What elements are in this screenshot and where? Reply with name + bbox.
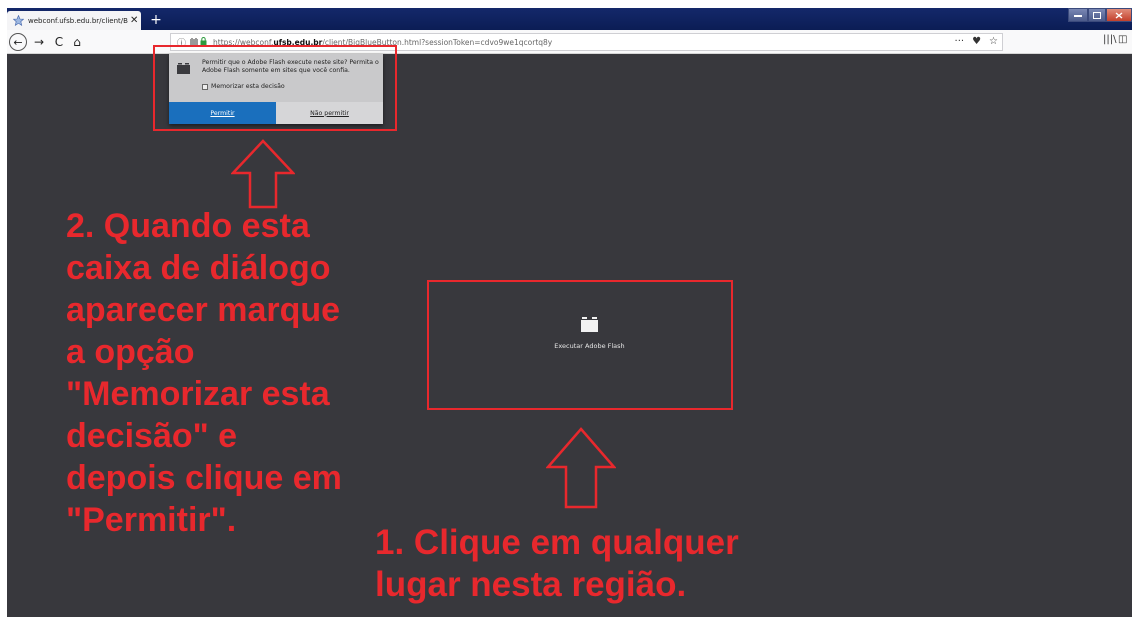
- step-2-line: 2. Quando esta: [66, 207, 310, 245]
- step-2-line: decisão" e: [66, 417, 238, 455]
- home-button[interactable]: ⌂: [70, 33, 84, 51]
- close-window-button[interactable]: [1106, 8, 1132, 22]
- page-actions: ··· ♥ ☆: [955, 36, 998, 47]
- minimize-icon: [1074, 15, 1082, 17]
- more-actions-icon[interactable]: ···: [955, 36, 965, 47]
- step-2-line: a opção: [66, 333, 195, 371]
- up-arrow-icon: [546, 427, 616, 509]
- sidebar-icon[interactable]: ◫: [1118, 34, 1127, 45]
- reload-icon: C: [54, 35, 64, 49]
- window-controls: [1068, 8, 1132, 22]
- maximize-icon: [1093, 11, 1101, 19]
- minimize-button[interactable]: [1068, 8, 1088, 22]
- up-arrow-icon: [231, 139, 295, 209]
- globe-icon: [12, 15, 24, 27]
- home-icon: ⌂: [73, 35, 81, 49]
- close-tab-icon[interactable]: ✕: [130, 15, 138, 26]
- step-2-line: depois clique em: [66, 459, 342, 497]
- forward-button[interactable]: →: [32, 33, 46, 51]
- library-icon[interactable]: |||\: [1103, 34, 1116, 45]
- pocket-icon[interactable]: ♥: [972, 36, 981, 47]
- tab-bar: webconf.ufsb.edu.br/client/Bi ✕ +: [7, 8, 1132, 30]
- bookmark-star-icon[interactable]: ☆: [989, 36, 998, 47]
- reload-button[interactable]: C: [52, 33, 66, 51]
- back-button[interactable]: ←: [9, 33, 27, 51]
- close-icon: [1115, 11, 1123, 19]
- flash-area-highlight-box: [427, 280, 733, 410]
- step-1-line: 1. Clique em qualquer: [375, 523, 739, 562]
- step-2-line: caixa de diálogo: [66, 249, 331, 287]
- tab-webconf[interactable]: webconf.ufsb.edu.br/client/Bi ✕: [7, 11, 141, 30]
- step-2-line: aparecer marque: [66, 291, 341, 329]
- popup-highlight-box: [153, 45, 397, 131]
- step-1-instruction: 1. Clique em qualquer lugar nesta região…: [375, 522, 739, 606]
- step-2-instruction: 2. Quando esta caixa de diálogo aparecer…: [66, 205, 342, 541]
- arrow-right-icon: →: [33, 35, 45, 49]
- step-2-line: "Permitir".: [66, 501, 237, 539]
- new-tab-button[interactable]: +: [147, 11, 165, 29]
- step-1-line: lugar nesta região.: [375, 565, 687, 604]
- tab-title: webconf.ufsb.edu.br/client/Bi: [28, 16, 128, 25]
- maximize-button[interactable]: [1088, 8, 1106, 22]
- browser-window: webconf.ufsb.edu.br/client/Bi ✕ + ← → C: [0, 0, 1132, 617]
- arrow-left-icon: ←: [13, 35, 23, 49]
- step-2-line: "Memorizar esta: [66, 375, 330, 413]
